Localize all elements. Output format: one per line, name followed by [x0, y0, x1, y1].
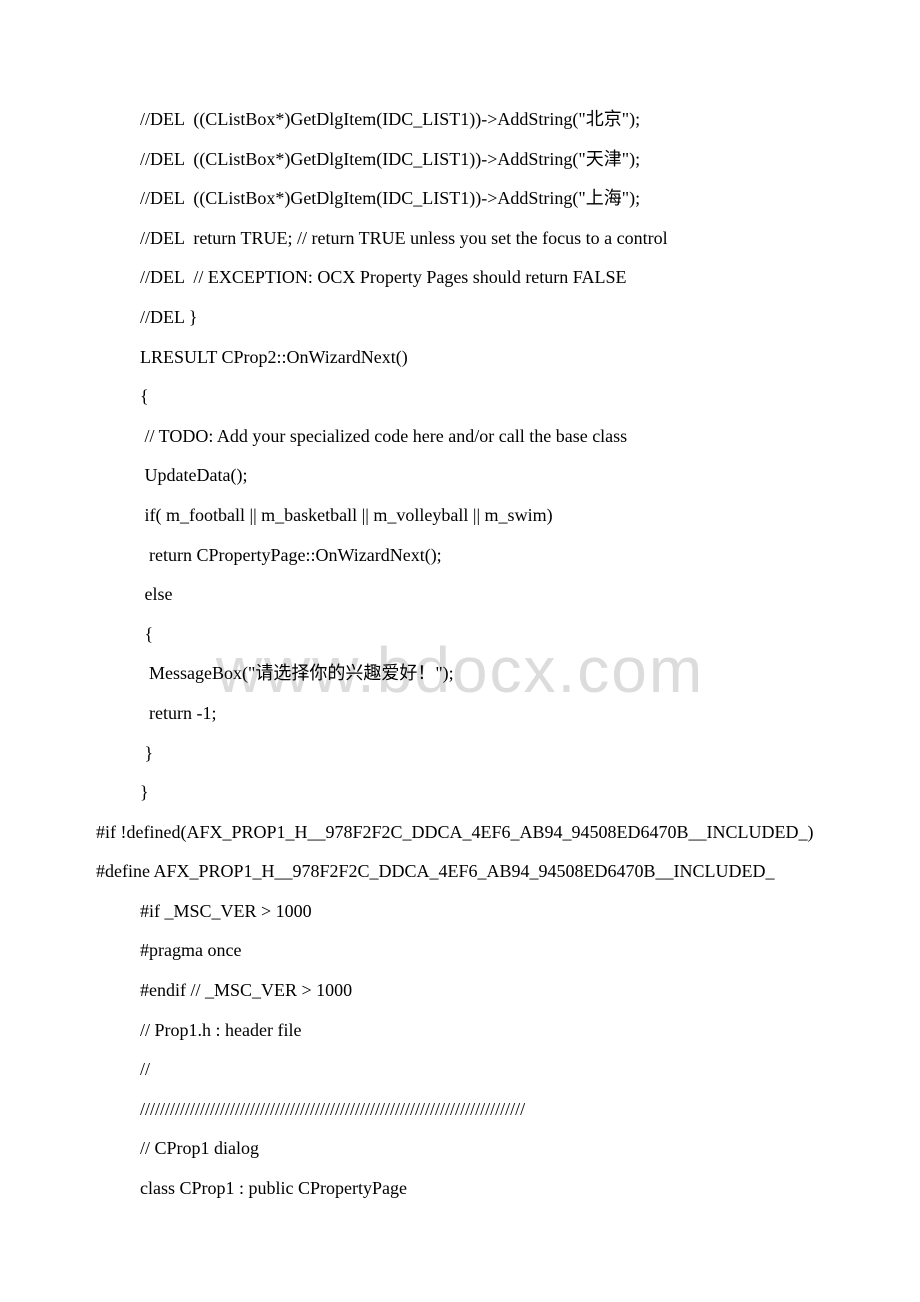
code-line: }: [60, 734, 860, 774]
code-line: if( m_football || m_basketball || m_voll…: [60, 496, 860, 536]
code-line: //: [60, 1050, 860, 1090]
code-line: #if !defined(AFX_PROP1_H__978F2F2C_DDCA_…: [60, 813, 860, 853]
code-line: class CProp1 : public CPropertyPage: [60, 1169, 860, 1209]
code-line: {: [60, 615, 860, 655]
code-line: return CPropertyPage::OnWizardNext();: [60, 536, 860, 576]
code-line: return -1;: [60, 694, 860, 734]
code-line: #define AFX_PROP1_H__978F2F2C_DDCA_4EF6_…: [60, 852, 860, 892]
code-line: {: [60, 377, 860, 417]
code-line: #pragma once: [60, 931, 860, 971]
document-page: www.bdocx.com //DEL ((CListBox*)GetDlgIt…: [0, 0, 920, 1269]
code-line: else: [60, 575, 860, 615]
code-line: ////////////////////////////////////////…: [60, 1090, 860, 1130]
code-line: // TODO: Add your specialized code here …: [60, 417, 860, 457]
code-content: //DEL ((CListBox*)GetDlgItem(IDC_LIST1))…: [60, 100, 860, 1209]
code-line: UpdateData();: [60, 456, 860, 496]
code-line: //DEL }: [60, 298, 860, 338]
code-line: //DEL ((CListBox*)GetDlgItem(IDC_LIST1))…: [60, 100, 860, 140]
code-line: #if _MSC_VER > 1000: [60, 892, 860, 932]
code-line: MessageBox("请选择你的兴趣爱好！");: [60, 654, 860, 694]
code-line: //DEL ((CListBox*)GetDlgItem(IDC_LIST1))…: [60, 179, 860, 219]
code-line: //DEL // EXCEPTION: OCX Property Pages s…: [60, 258, 860, 298]
code-line: #endif // _MSC_VER > 1000: [60, 971, 860, 1011]
code-line: LRESULT CProp2::OnWizardNext(): [60, 338, 860, 378]
code-line: //DEL ((CListBox*)GetDlgItem(IDC_LIST1))…: [60, 140, 860, 180]
code-line: // Prop1.h : header file: [60, 1011, 860, 1051]
code-line: //DEL return TRUE; // return TRUE unless…: [60, 219, 860, 259]
code-line: // CProp1 dialog: [60, 1129, 860, 1169]
code-line: }: [60, 773, 860, 813]
